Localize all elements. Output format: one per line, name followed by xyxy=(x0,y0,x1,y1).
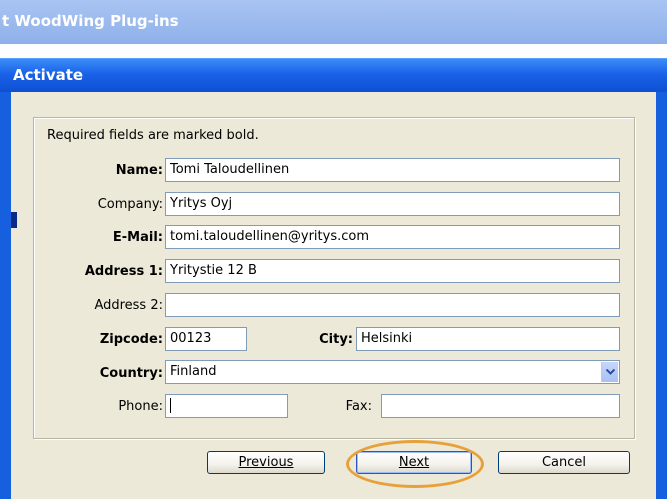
phone-label: Phone: xyxy=(118,399,163,414)
outer-window-title: t WoodWing Plug-ins xyxy=(2,12,179,30)
address1-label: Address 1: xyxy=(84,264,163,279)
dialog-client-area: Required fields are marked bold. Name: T… xyxy=(11,92,656,499)
name-label: Name: xyxy=(115,163,163,178)
city-label: City: xyxy=(319,332,353,347)
country-select[interactable]: Finland xyxy=(165,360,620,384)
company-field[interactable]: Yritys Oyj xyxy=(165,192,620,216)
name-field[interactable]: Tomi Taloudellinen xyxy=(165,158,620,182)
dialog-title: Activate xyxy=(13,66,84,84)
left-edge-marker xyxy=(11,212,17,228)
next-button[interactable]: Next xyxy=(356,451,472,474)
company-label: Company: xyxy=(97,197,163,212)
zipcode-label: Zipcode: xyxy=(99,332,163,347)
dropdown-button[interactable] xyxy=(601,362,618,382)
previous-button-label: Previous xyxy=(238,455,294,470)
fax-field[interactable] xyxy=(381,394,620,418)
outer-window-titlebar[interactable]: t WoodWing Plug-ins xyxy=(0,0,667,44)
city-field[interactable]: Helsinki xyxy=(356,327,620,351)
email-field[interactable]: tomi.taloudellinen@yritys.com xyxy=(165,225,620,249)
dialog-titlebar[interactable]: Activate xyxy=(0,58,667,92)
address1-field[interactable]: Yritystie 12 B xyxy=(165,259,620,283)
email-label: E-Mail: xyxy=(112,230,163,245)
next-button-label: Next xyxy=(398,455,430,470)
country-label: Country: xyxy=(99,366,163,381)
address2-field[interactable] xyxy=(165,293,620,317)
fax-label: Fax: xyxy=(345,399,372,414)
previous-button[interactable]: Previous xyxy=(207,451,325,474)
address2-label: Address 2: xyxy=(94,298,163,313)
text-caret xyxy=(170,398,171,413)
cancel-button[interactable]: Cancel xyxy=(498,451,630,474)
country-selected-value: Finland xyxy=(170,364,217,379)
required-fields-hint: Required fields are marked bold. xyxy=(47,128,259,143)
